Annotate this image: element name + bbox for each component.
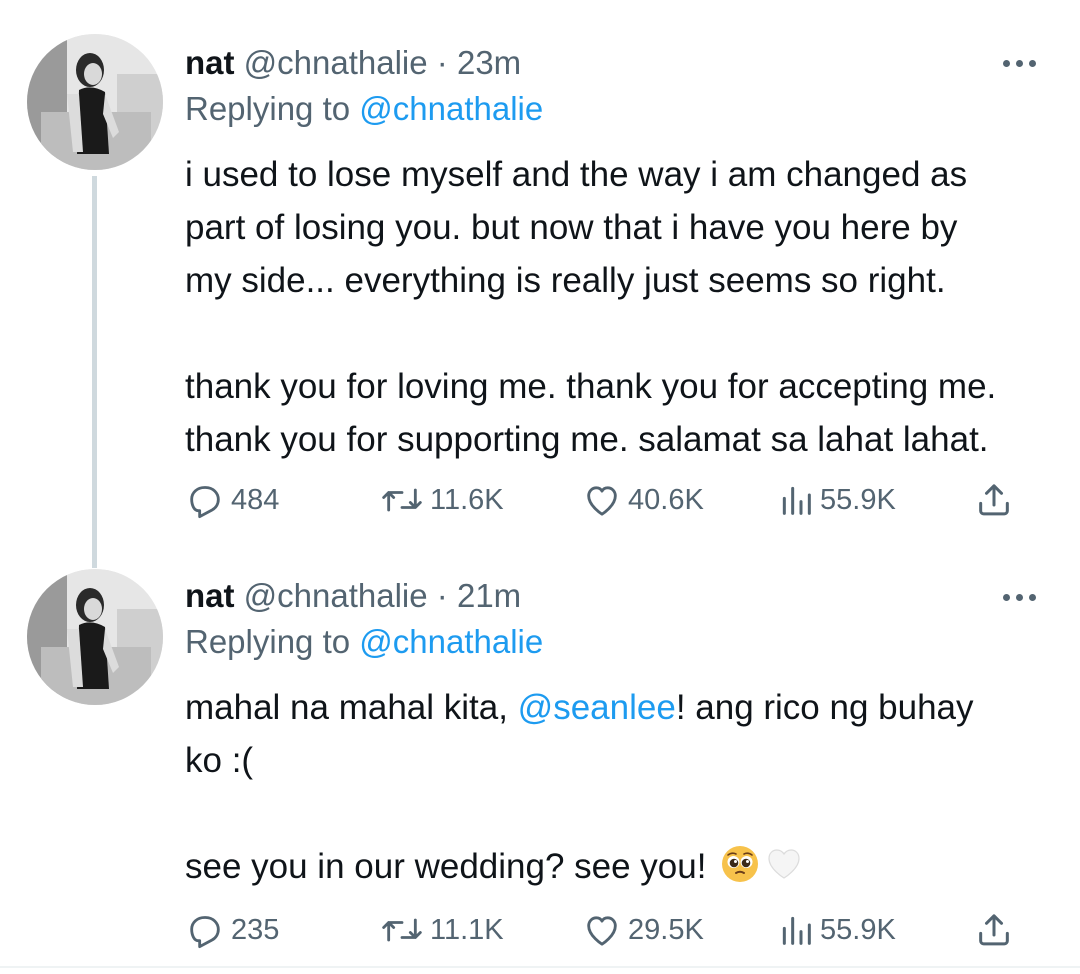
share-icon xyxy=(979,914,1009,946)
divider xyxy=(0,966,1080,968)
retweet-icon xyxy=(382,488,422,512)
like-button[interactable]: 40.6K xyxy=(582,478,704,522)
tweet-text-line: mahal na mahal kita, @seanlee! ang rico … xyxy=(185,681,1055,734)
heart-icon xyxy=(587,486,617,516)
tweet[interactable]: nat @chnathalie · 23m Replying to @chnat… xyxy=(0,0,1080,568)
heart-icon xyxy=(587,916,617,946)
views-button[interactable]: 55.9K xyxy=(778,908,896,952)
retweet-button[interactable]: 11.1K xyxy=(380,908,504,952)
display-name[interactable]: nat xyxy=(185,577,235,614)
timestamp[interactable]: 23m xyxy=(457,44,521,81)
avatar[interactable] xyxy=(27,569,163,705)
retweet-count: 11.1K xyxy=(430,913,504,946)
handle[interactable]: @chnathalie xyxy=(244,44,428,81)
tweet-header: nat @chnathalie · 23m xyxy=(185,42,521,84)
views-count: 55.9K xyxy=(820,913,896,946)
avatar[interactable] xyxy=(27,34,163,170)
tweet-text-segment: see you in our wedding? see you! xyxy=(185,847,717,886)
tweet-actions: 484 11.6K 40.6K 55.9K xyxy=(0,478,1080,522)
pleading-face-emoji-icon xyxy=(722,846,759,882)
share-icon xyxy=(979,484,1009,516)
tweet-text-line: thank you for supporting me. salamat sa … xyxy=(185,420,989,459)
reply-icon xyxy=(190,916,220,949)
replying-to-mention[interactable]: @chnathalie xyxy=(359,90,543,127)
share-button[interactable] xyxy=(974,908,1014,952)
retweet-icon xyxy=(382,918,422,942)
views-icon xyxy=(782,486,811,515)
tweet-text: mahal na mahal kita, @seanlee! ang rico … xyxy=(185,681,1055,893)
views-icon xyxy=(782,916,811,945)
tweet-text-line: ko :( xyxy=(185,741,254,780)
replying-to: Replying to @chnathalie xyxy=(185,89,543,129)
like-count: 29.5K xyxy=(628,913,704,946)
more-icon[interactable] xyxy=(1003,56,1043,70)
more-icon[interactable] xyxy=(1003,590,1043,604)
reply-button[interactable]: 484 xyxy=(185,478,279,522)
retweet-button[interactable]: 11.6K xyxy=(380,478,504,522)
separator-dot: · xyxy=(436,577,448,614)
like-button[interactable]: 29.5K xyxy=(582,908,704,952)
replying-to-mention[interactable]: @chnathalie xyxy=(359,623,543,660)
tweet-header: nat @chnathalie · 21m xyxy=(185,575,521,617)
reply-button[interactable]: 235 xyxy=(185,908,279,952)
views-button[interactable]: 55.9K xyxy=(778,478,896,522)
tweet[interactable]: nat @chnathalie · 21m Replying to @chnat… xyxy=(0,555,1080,974)
tweet-text-line: see you in our wedding? see you! xyxy=(185,840,1055,893)
tweet-text-line: my side... everything is really just see… xyxy=(185,261,946,300)
tweet-text: i used to lose myself and the way i am c… xyxy=(185,148,1055,466)
reply-count: 235 xyxy=(231,913,280,946)
reply-count: 484 xyxy=(231,483,280,516)
views-count: 55.9K xyxy=(820,483,896,516)
tweet-text-segment: ! ang rico ng buhay xyxy=(675,688,974,727)
retweet-count: 11.6K xyxy=(430,483,504,516)
share-button[interactable] xyxy=(974,478,1014,522)
display-name[interactable]: nat xyxy=(185,44,235,81)
tweet-text-line: thank you for loving me. thank you for a… xyxy=(185,367,997,406)
replying-to-label: Replying to xyxy=(185,623,351,660)
timestamp[interactable]: 21m xyxy=(457,577,521,614)
replying-to: Replying to @chnathalie xyxy=(185,622,543,662)
tweet-text-line: part of losing you. but now that i have … xyxy=(185,208,958,247)
handle[interactable]: @chnathalie xyxy=(244,577,428,614)
tweet-text-segment: mahal na mahal kita, xyxy=(185,688,518,727)
tweet-actions: 235 11.1K 29.5K 55.9K xyxy=(0,908,1080,952)
separator-dot: · xyxy=(436,44,448,81)
tweet-text-line: i used to lose myself and the way i am c… xyxy=(185,155,968,194)
mention-link[interactable]: @seanlee xyxy=(518,688,676,727)
white-heart-emoji-icon xyxy=(768,849,800,879)
like-count: 40.6K xyxy=(628,483,704,516)
reply-icon xyxy=(190,486,220,519)
replying-to-label: Replying to xyxy=(185,90,351,127)
